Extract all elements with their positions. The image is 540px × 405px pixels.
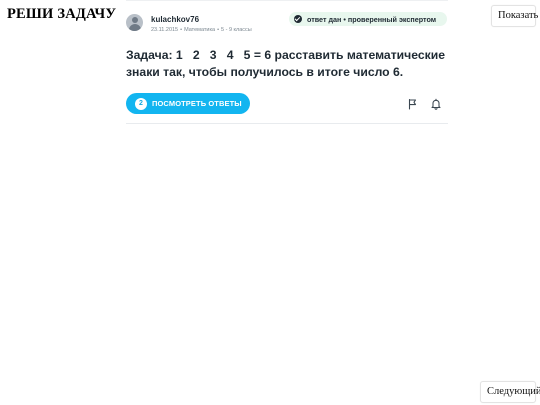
author-name[interactable]: kulachkov76 — [151, 15, 199, 24]
flag-icon[interactable] — [407, 97, 419, 110]
show-button[interactable]: Показать — [491, 5, 538, 27]
view-answers-label: ПОСМОТРЕТЬ ОТВЕТЫ — [152, 99, 242, 108]
view-answers-button[interactable]: 2 ПОСМОТРЕТЬ ОТВЕТЫ — [126, 93, 250, 114]
question-subject[interactable]: Математика — [184, 27, 215, 33]
question-card: kulachkov76 23.11.2015 • Математика • 5 - 9 … — [126, 0, 448, 124]
user-avatar-icon[interactable] — [126, 14, 143, 31]
next-button[interactable]: Следующий — [480, 381, 540, 403]
question-grade: 5 - 9 классы — [221, 27, 252, 33]
question-date: 23.11.2015 — [151, 27, 179, 33]
verified-badge: ответ дан • проверенный экспертом — [289, 12, 447, 26]
meta-separator: • — [180, 27, 183, 33]
bell-icon[interactable] — [430, 97, 442, 110]
app-title: РЕШИ ЗАДАЧУ — [7, 6, 117, 22]
card-divider — [126, 0, 448, 1]
meta-separator: • — [217, 27, 219, 33]
check-circle-icon — [294, 15, 302, 23]
question-text: Задача: 1 2 3 4 5 = 6 расставить математ… — [126, 48, 449, 79]
question-meta: 23.11.2015 • Математика • 5 - 9 классы — [151, 27, 252, 33]
verified-text: ответ дан • проверенный экспертом — [307, 14, 437, 24]
answers-count-badge: 2 — [135, 97, 147, 110]
